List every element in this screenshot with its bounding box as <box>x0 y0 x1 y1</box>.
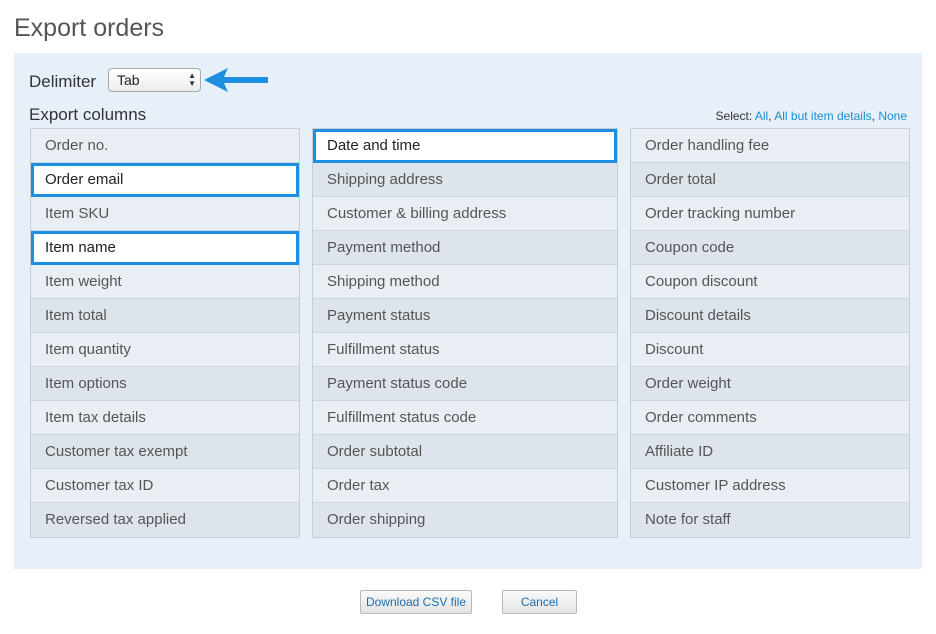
column-option[interactable]: Order shipping <box>313 503 617 537</box>
column-list-3: Order handling fee Order total Order track… <box>630 128 910 538</box>
column-option[interactable]: Coupon code <box>631 231 909 265</box>
column-option[interactable]: Shipping address <box>313 163 617 197</box>
column-option[interactable]: Coupon discount <box>631 265 909 299</box>
column-option[interactable]: Order tax <box>313 469 617 503</box>
column-option[interactable]: Order subtotal <box>313 435 617 469</box>
column-option[interactable]: Shipping method <box>313 265 617 299</box>
select-links: Select: All, All but item details, None <box>715 109 907 123</box>
column-option[interactable]: Item SKU <box>31 197 299 231</box>
column-option[interactable]: Note for staff <box>631 503 909 537</box>
column-option[interactable]: Order comments <box>631 401 909 435</box>
column-option[interactable]: Order handling fee <box>631 129 909 163</box>
export-columns-label: Export columns <box>29 105 147 124</box>
export-panel: Delimiter Tab ▲ ▼ Export columns Select: … <box>14 53 922 569</box>
column-option[interactable]: Order total <box>631 163 909 197</box>
column-option[interactable]: Fulfillment status <box>313 333 617 367</box>
column-option[interactable]: Item options <box>31 367 299 401</box>
column-option[interactable]: Date and time <box>313 129 617 163</box>
select-none-link[interactable]: None <box>878 109 907 123</box>
delimiter-label: Delimiter <box>29 72 97 91</box>
column-option[interactable]: Customer & billing address <box>313 197 617 231</box>
column-option[interactable]: Fulfillment status code <box>313 401 617 435</box>
column-option[interactable]: Item name <box>31 231 299 265</box>
column-option[interactable]: Discount <box>631 333 909 367</box>
download-csv-button[interactable]: Download CSV file <box>360 590 472 614</box>
column-option[interactable]: Discount details <box>631 299 909 333</box>
page-title: Export orders <box>14 14 165 42</box>
delimiter-value: Tab <box>117 72 140 88</box>
pointer-arrow-icon <box>204 68 268 92</box>
column-list-1: Order no. Order email Item SKU Item name Ite… <box>30 128 300 538</box>
column-option[interactable]: Item total <box>31 299 299 333</box>
delimiter-select[interactable]: Tab ▲ ▼ <box>108 68 201 92</box>
column-option[interactable]: Order tracking number <box>631 197 909 231</box>
column-option[interactable]: Customer tax exempt <box>31 435 299 469</box>
column-option[interactable]: Item tax details <box>31 401 299 435</box>
select-all-link[interactable]: All <box>755 109 768 123</box>
select-prefix: Select: <box>715 109 753 123</box>
column-option[interactable]: Order no. <box>31 129 299 163</box>
column-list-2: Date and time Shipping address Customer & … <box>312 128 618 538</box>
column-option[interactable]: Payment method <box>313 231 617 265</box>
column-option[interactable]: Affiliate ID <box>631 435 909 469</box>
column-option[interactable]: Order email <box>31 163 299 197</box>
cancel-button[interactable]: Cancel <box>502 590 577 614</box>
column-option[interactable]: Customer tax ID <box>31 469 299 503</box>
select-arrows-icon: ▲ ▼ <box>188 71 196 88</box>
column-option[interactable]: Item quantity <box>31 333 299 367</box>
select-all-but-item-details-link[interactable]: All but item details <box>774 109 871 123</box>
column-option[interactable]: Order weight <box>631 367 909 401</box>
column-option[interactable]: Payment status <box>313 299 617 333</box>
column-option[interactable]: Customer IP address <box>631 469 909 503</box>
column-option[interactable]: Item weight <box>31 265 299 299</box>
column-option[interactable]: Reversed tax applied <box>31 503 299 537</box>
column-option[interactable]: Payment status code <box>313 367 617 401</box>
